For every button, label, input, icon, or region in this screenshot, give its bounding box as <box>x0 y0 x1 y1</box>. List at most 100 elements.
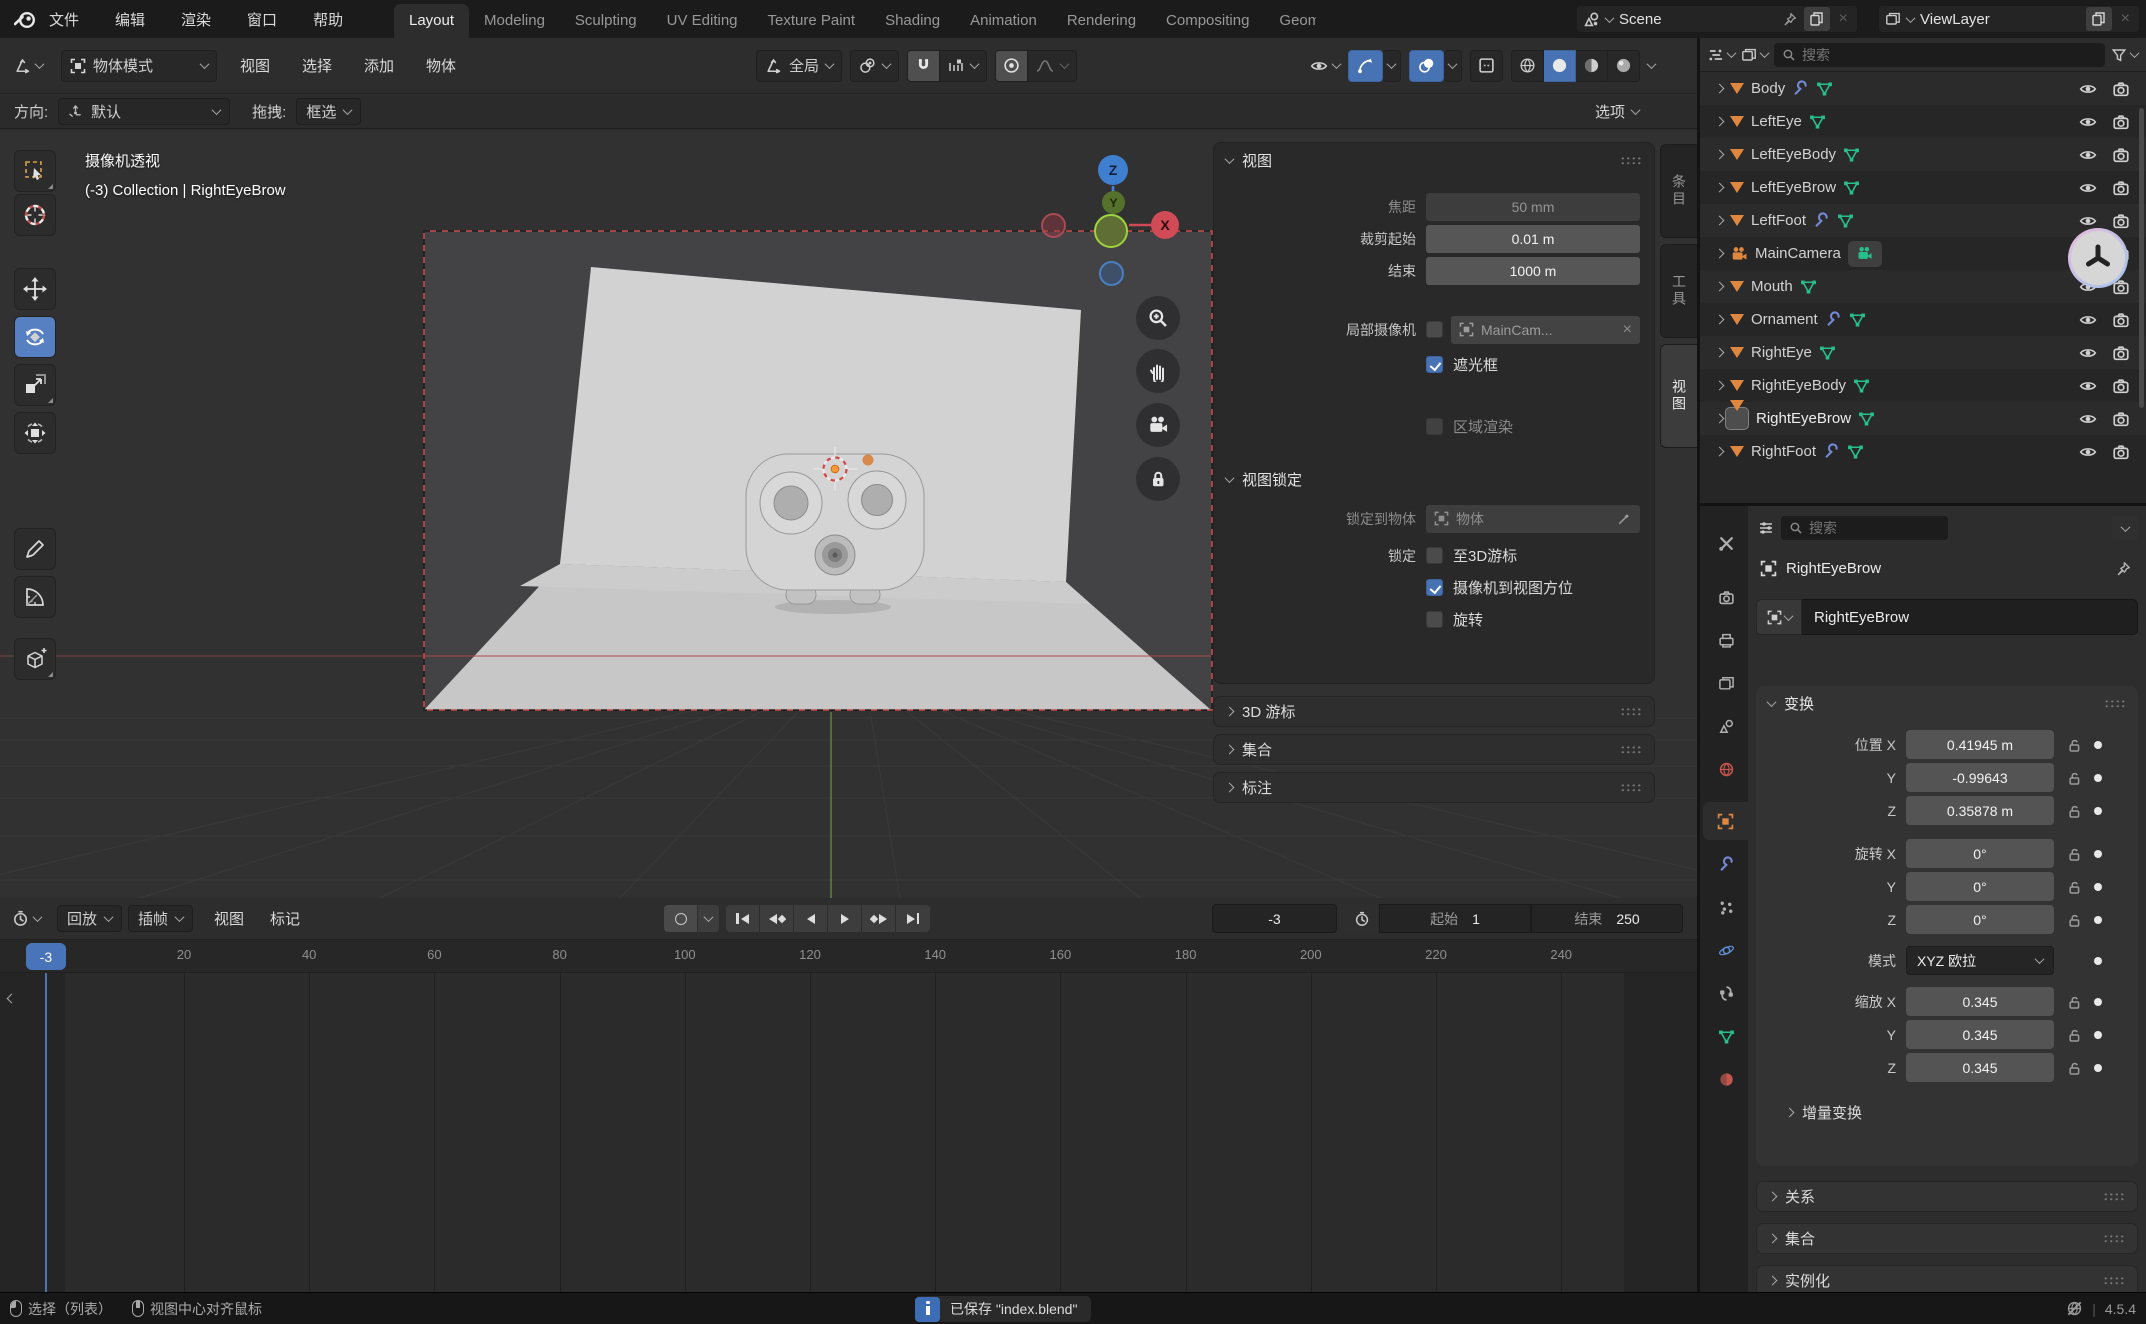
outliner-row[interactable]: Body <box>1700 72 2146 105</box>
sidebar-tab-item[interactable]: 条目 <box>1660 144 1697 238</box>
viewlayer-selector[interactable]: ViewLayer × <box>1878 5 2140 33</box>
ptab-material[interactable] <box>1704 1060 1748 1098</box>
expand-icon[interactable] <box>1715 117 1725 127</box>
rotation-checkbox[interactable] <box>1426 611 1443 628</box>
mode-selector[interactable]: 物体模式 <box>61 50 217 82</box>
panel-drag-handle[interactable] <box>2103 1192 2125 1201</box>
modifier-wrench-icon[interactable] <box>1823 443 1840 460</box>
tab-texture-paint[interactable]: Texture Paint <box>753 4 871 38</box>
tab-modeling[interactable]: Modeling <box>469 4 560 38</box>
hide-eye-icon[interactable] <box>2079 113 2097 131</box>
tab-geometry-nodes[interactable]: Geom <box>1264 4 1316 38</box>
current-frame-badge[interactable]: -3 <box>26 943 66 970</box>
outliner-search-input[interactable] <box>1802 47 2097 63</box>
expand-icon[interactable] <box>1715 315 1725 325</box>
cursor-panel[interactable]: 3D 游标 <box>1213 696 1655 727</box>
tab-sculpting[interactable]: Sculpting <box>560 4 652 38</box>
keying-menu[interactable]: 插帧 <box>128 905 193 932</box>
outliner-row-active[interactable]: RightEyeBrow <box>1700 402 2146 435</box>
pin-icon[interactable] <box>2115 560 2132 577</box>
pan-hand-button[interactable] <box>1136 349 1180 393</box>
panel-drag-handle[interactable] <box>1620 745 1642 754</box>
pin-icon[interactable] <box>1782 11 1798 27</box>
lock-open-icon[interactable] <box>2066 770 2082 786</box>
ptab-tool[interactable] <box>1704 524 1748 562</box>
play-button[interactable] <box>828 905 862 932</box>
camera-to-view-checkbox[interactable] <box>1426 579 1443 596</box>
rotation-mode-dropdown[interactable]: XYZ 欧拉 <box>1906 946 2054 975</box>
render-visibility-icon[interactable] <box>2112 80 2130 98</box>
modifier-wrench-icon[interactable] <box>1792 80 1809 97</box>
ptab-object-data[interactable] <box>1704 1017 1748 1055</box>
animate-dot[interactable] <box>2094 807 2102 815</box>
blender-logo-icon[interactable] <box>14 9 36 29</box>
menu-select[interactable]: 选择 <box>299 55 335 76</box>
animate-dot[interactable] <box>2094 1031 2102 1039</box>
render-visibility-icon[interactable] <box>2112 212 2130 230</box>
outliner-row[interactable]: RightEyeBody <box>1700 369 2146 402</box>
hide-eye-icon[interactable] <box>2079 344 2097 362</box>
properties-options-button[interactable] <box>2112 516 2138 540</box>
lock-open-icon[interactable] <box>2066 879 2082 895</box>
eyedropper-icon[interactable] <box>1617 511 1632 526</box>
play-reverse-button[interactable] <box>794 905 828 932</box>
render-visibility-icon[interactable] <box>2112 410 2130 428</box>
ptab-modifiers[interactable] <box>1704 845 1748 883</box>
mesh-data-icon[interactable] <box>1858 410 1875 427</box>
snap-toggle[interactable] <box>907 50 940 82</box>
panel-drag-handle[interactable] <box>1620 783 1642 792</box>
properties-search-input[interactable] <box>1809 520 1940 536</box>
render-visibility-icon[interactable] <box>2112 443 2130 461</box>
render-visibility-icon[interactable] <box>2112 179 2130 197</box>
gizmo-y-neg-axis-active[interactable] <box>1094 214 1128 248</box>
expand-icon[interactable] <box>1715 282 1725 292</box>
annotations-panel[interactable]: 标注 <box>1213 772 1655 803</box>
proportional-falloff-selector[interactable] <box>1028 50 1077 82</box>
tool-scale[interactable] <box>14 364 56 406</box>
mesh-data-icon[interactable] <box>1800 278 1817 295</box>
panel-drag-handle[interactable] <box>1620 707 1642 716</box>
render-visibility-icon[interactable] <box>2112 146 2130 164</box>
outliner-row[interactable]: LeftFoot <box>1700 204 2146 237</box>
mesh-data-icon[interactable] <box>1843 146 1860 163</box>
expand-icon[interactable] <box>1715 381 1725 391</box>
mesh-data-icon[interactable] <box>1819 344 1836 361</box>
ptab-constraints[interactable] <box>1704 974 1748 1012</box>
new-viewlayer-button[interactable] <box>2086 7 2112 31</box>
animate-dot[interactable] <box>2094 1064 2102 1072</box>
loc-x-field[interactable]: 0.41945 m <box>1906 730 2054 759</box>
rot-y-field[interactable]: 0° <box>1906 872 2054 901</box>
view-panel-header[interactable]: 视图 <box>1214 143 1654 177</box>
outliner-row[interactable]: LeftEyeBrow <box>1700 171 2146 204</box>
ptab-particles[interactable] <box>1704 888 1748 926</box>
expand-icon[interactable] <box>1715 414 1725 424</box>
tab-uv-editing[interactable]: UV Editing <box>652 4 753 38</box>
mesh-data-icon[interactable] <box>1809 113 1826 130</box>
ptab-output[interactable] <box>1704 621 1748 659</box>
lock-open-icon[interactable] <box>2066 846 2082 862</box>
tool-move[interactable] <box>14 268 56 310</box>
shading-wireframe-button[interactable] <box>1511 50 1544 82</box>
object-name-field[interactable]: RightEyeBrow <box>1802 599 2138 635</box>
loc-z-field[interactable]: 0.35878 m <box>1906 796 2054 825</box>
mesh-data-icon[interactable] <box>1849 311 1866 328</box>
jump-to-end-button[interactable] <box>896 905 930 932</box>
render-visibility-icon[interactable] <box>2112 113 2130 131</box>
menu-edit[interactable]: 编辑 <box>112 9 148 30</box>
lock-object-field[interactable]: 物体 <box>1426 505 1640 533</box>
panel-drag-handle[interactable] <box>2103 1276 2125 1285</box>
tool-measure[interactable] <box>14 576 56 618</box>
menu-render[interactable]: 渲染 <box>178 9 214 30</box>
marker-menu[interactable]: 标记 <box>267 908 303 929</box>
prev-keyframe-button[interactable] <box>760 905 794 932</box>
lock-view-button[interactable] <box>1136 457 1180 501</box>
editor-type-button[interactable] <box>14 57 43 74</box>
rot-z-field[interactable]: 0° <box>1906 905 2054 934</box>
playhead-line[interactable] <box>45 973 47 1292</box>
zoom-button[interactable] <box>1136 296 1180 340</box>
outliner-row[interactable]: RightFoot <box>1700 435 2146 468</box>
menu-window[interactable]: 窗口 <box>244 9 280 30</box>
filter-button[interactable] <box>2111 47 2138 63</box>
outliner-row[interactable]: RightEye <box>1700 336 2146 369</box>
outliner-search[interactable] <box>1774 43 2105 67</box>
